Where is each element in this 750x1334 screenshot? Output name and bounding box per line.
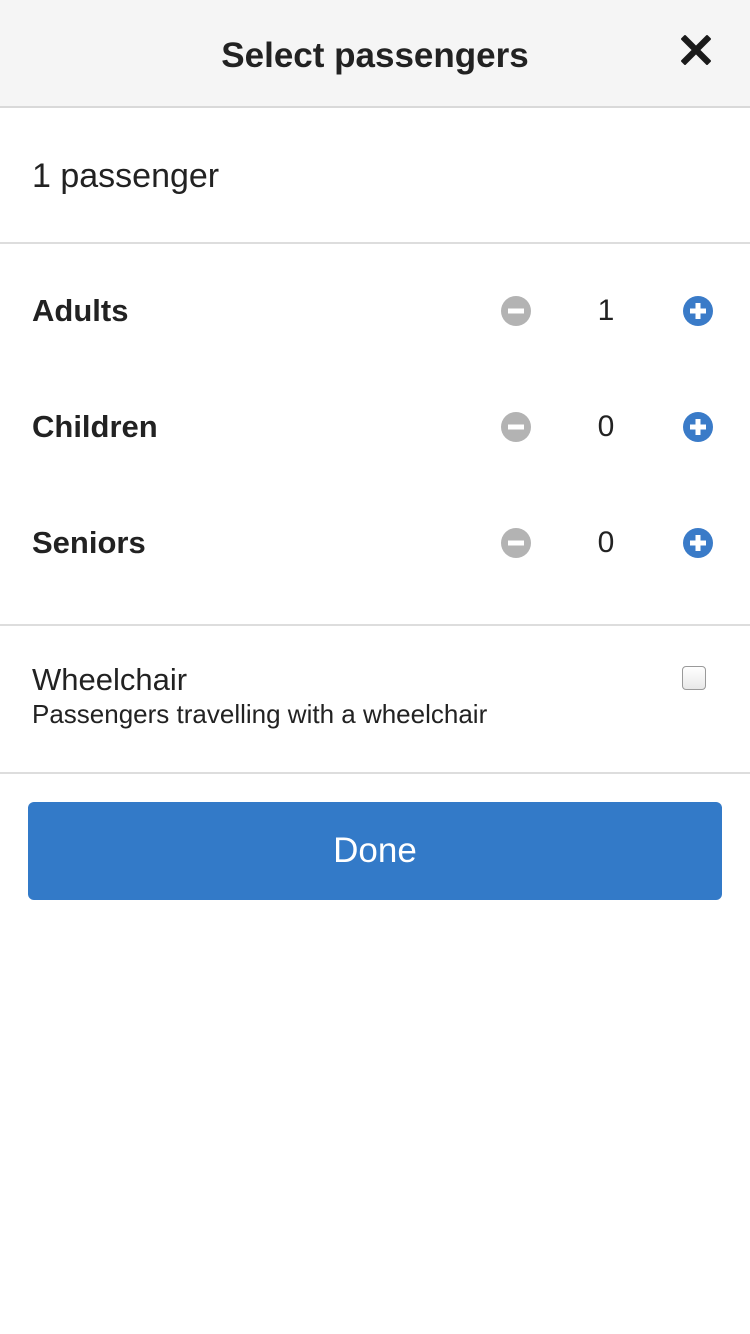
adults-decrement-button[interactable] [500, 295, 532, 327]
counter-label-children: Children [32, 409, 158, 444]
minus-circle-icon [501, 296, 531, 326]
done-button[interactable]: Done [28, 802, 722, 900]
wheelchair-description: Passengers travelling with a wheelchair [32, 699, 488, 729]
close-icon [681, 35, 711, 65]
seniors-increment-button[interactable] [682, 527, 714, 559]
adults-increment-button[interactable] [682, 295, 714, 327]
counter-label-adults: Adults [32, 293, 129, 328]
children-decrement-button[interactable] [500, 411, 532, 443]
passenger-summary: 1 passenger [0, 108, 750, 244]
modal-header: Select passengers [0, 0, 750, 108]
counter-label-seniors: Seniors [32, 525, 146, 560]
divider [0, 624, 750, 626]
close-button[interactable] [676, 30, 716, 70]
plus-circle-icon [683, 412, 713, 442]
page-title: Select passengers [221, 36, 529, 75]
counter-row-children: Children 0 [0, 397, 750, 457]
minus-circle-icon [501, 412, 531, 442]
passenger-count-summary: 1 passenger [32, 157, 220, 195]
wheelchair-checkbox[interactable] [682, 666, 706, 690]
counter-row-adults: Adults 1 [0, 281, 750, 341]
plus-circle-icon [683, 296, 713, 326]
children-count: 0 [597, 410, 615, 443]
children-increment-button[interactable] [682, 411, 714, 443]
plus-circle-icon [683, 528, 713, 558]
counter-row-seniors: Seniors 0 [0, 513, 750, 573]
seniors-decrement-button[interactable] [500, 527, 532, 559]
divider [0, 772, 750, 774]
minus-circle-icon [501, 528, 531, 558]
wheelchair-title: Wheelchair [32, 662, 188, 697]
adults-count: 1 [597, 294, 615, 327]
seniors-count: 0 [597, 526, 615, 559]
